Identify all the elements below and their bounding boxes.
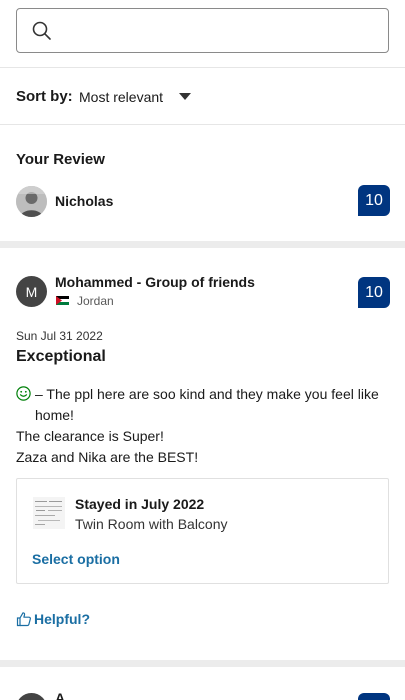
search-input[interactable]	[63, 17, 373, 45]
room-thumbnail[interactable]	[33, 497, 65, 529]
sort-value: Most relevant	[79, 89, 164, 105]
review-text-positive: – The ppl here are soo kind and they mak…	[35, 386, 379, 423]
section-divider	[0, 241, 405, 248]
score-badge: 10	[358, 277, 390, 308]
score-badge: 10	[358, 185, 390, 216]
sort-row: Sort by: Most relevant	[0, 68, 405, 125]
avatar-photo-icon	[16, 186, 47, 217]
reviewer-name[interactable]: Nicholas	[55, 193, 113, 209]
select-option-link[interactable]: Select option	[32, 551, 120, 567]
chevron-down-icon	[179, 93, 191, 100]
review-text-line: Zaza and Nika are the BEST!	[16, 449, 199, 465]
review-title: Exceptional	[16, 348, 106, 365]
your-review-title: Your Review	[16, 151, 105, 168]
review-card: A...	[0, 667, 405, 700]
avatar[interactable]: M	[16, 276, 47, 307]
helpful-label: Helpful?	[34, 611, 90, 627]
search-box[interactable]	[16, 8, 389, 53]
reviewer-name[interactable]: Mohammed - Group of friends	[55, 274, 255, 290]
search-icon	[32, 21, 51, 40]
reviewer-country: Jordan	[77, 294, 114, 308]
score-badge	[358, 693, 390, 700]
jordan-flag-icon	[56, 296, 69, 305]
avatar[interactable]	[16, 693, 47, 700]
your-review-section: Your Review Nicholas 10	[0, 126, 405, 241]
sort-label: Sort by:	[16, 88, 73, 105]
reviewer-name[interactable]: A...	[55, 690, 77, 700]
thumbs-up-icon	[16, 612, 31, 627]
stay-info-box: Stayed in July 2022 Twin Room with Balco…	[16, 478, 389, 584]
review-card: M Mohammed - Group of friends Jordan 10 …	[0, 248, 405, 658]
section-divider	[0, 660, 405, 667]
search-section	[0, 0, 405, 68]
avatar[interactable]	[16, 186, 47, 217]
stayed-date: Stayed in July 2022	[75, 496, 205, 512]
review-body: – The ppl here are soo kind and they mak…	[16, 384, 386, 468]
review-date: Sun Jul 31 2022	[16, 329, 103, 343]
review-text-line: The clearance is Super!	[16, 428, 164, 444]
room-name: Twin Room with Balcony	[75, 516, 228, 532]
